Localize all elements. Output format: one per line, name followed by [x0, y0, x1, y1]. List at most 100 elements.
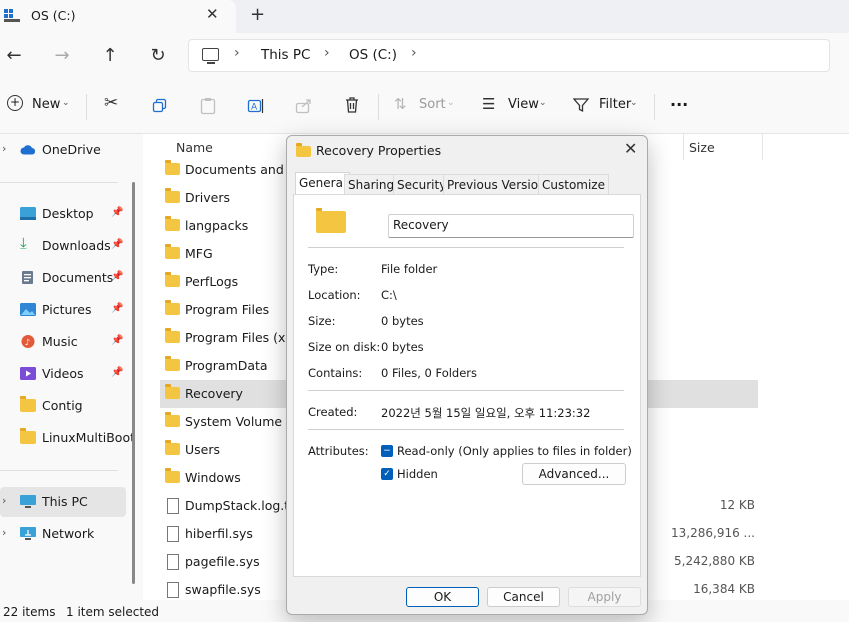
apply-button[interactable]: Apply — [568, 587, 641, 607]
column-divider[interactable] — [762, 134, 763, 160]
size-value: 0 bytes — [381, 314, 424, 328]
pin-icon[interactable]: 📌 — [111, 367, 123, 378]
sort-button[interactable]: ⇅ Sort ⌄ — [394, 94, 458, 118]
sidebar-item-this-pc[interactable]: › This PC — [0, 487, 126, 517]
tab-sharing[interactable]: Sharing — [344, 174, 399, 195]
music-icon: ♪ — [21, 335, 35, 348]
cloud-icon — [20, 145, 36, 155]
sidebar-item-label: OneDrive — [42, 142, 101, 157]
location-label: Location: — [308, 288, 361, 302]
new-label: New — [32, 97, 61, 112]
forward-icon[interactable]: → — [49, 43, 75, 69]
column-header-name[interactable]: Name — [176, 140, 213, 155]
file-name: Windows — [185, 470, 241, 485]
ok-button[interactable]: OK — [406, 587, 479, 607]
cut-icon[interactable]: ✂ — [104, 93, 118, 113]
breadcrumb-chevron-icon[interactable]: › — [411, 45, 417, 61]
paste-icon[interactable] — [200, 97, 216, 115]
close-icon[interactable]: ✕ — [624, 139, 637, 158]
command-bar: + New ⌄ ✂ A ⇅ Sort ⌄ ☰ View ⌄ Filter ⌄ ·… — [0, 79, 849, 134]
folder-icon — [316, 208, 346, 233]
up-icon[interactable]: ↑ — [97, 43, 123, 69]
size-label: Size: — [308, 314, 336, 328]
pin-icon[interactable]: 📌 — [111, 207, 123, 218]
file-icon — [167, 554, 179, 570]
sidebar-item-videos[interactable]: Videos 📌 — [0, 359, 128, 389]
filter-button[interactable]: Filter ⌄ — [573, 94, 643, 118]
pin-icon[interactable]: 📌 — [111, 239, 123, 250]
general-tab-panel: Recovery Type: File folder Location: C:\… — [293, 194, 641, 577]
tab-os-c[interactable]: OS (C:) ✕ — [0, 0, 236, 33]
folder-icon — [165, 300, 180, 315]
address-bar[interactable]: › This PC › OS (C:) › — [188, 39, 830, 72]
copy-icon[interactable] — [152, 98, 168, 114]
sidebar-item-documents[interactable]: Documents 📌 — [0, 263, 128, 293]
svg-text:A: A — [251, 103, 258, 113]
file-name: ProgramData — [185, 358, 268, 373]
rename-icon[interactable]: A — [247, 97, 265, 115]
advanced-button[interactable]: Advanced... — [522, 463, 626, 485]
picture-icon — [20, 303, 36, 316]
sidebar-item-contig[interactable]: Contig — [0, 391, 128, 421]
chevron-down-icon: ⌄ — [447, 98, 455, 108]
sidebar-item-label: Downloads — [42, 238, 111, 253]
pin-icon[interactable]: 📌 — [111, 271, 123, 282]
file-name: Users — [185, 442, 221, 457]
more-options-icon[interactable]: ··· — [670, 95, 688, 114]
folder-icon — [165, 244, 180, 259]
new-button[interactable]: + New ⌄ — [6, 94, 76, 118]
tab-title: OS (C:) — [31, 8, 76, 23]
refresh-icon[interactable]: ↻ — [145, 43, 171, 69]
plus-circle-icon: + — [7, 95, 23, 111]
sidebar-item-linuxmultiboot[interactable]: LinuxMultiBoot — [0, 423, 135, 453]
delete-icon[interactable] — [344, 96, 360, 114]
sidebar-item-pictures[interactable]: Pictures 📌 — [0, 295, 128, 325]
sidebar-item-network[interactable]: › Network — [0, 519, 128, 549]
type-value: File folder — [381, 262, 438, 276]
folder-icon — [165, 216, 180, 231]
file-size: 12 KB — [719, 498, 755, 512]
folder-icon — [165, 356, 180, 371]
tab-general[interactable]: General — [295, 172, 351, 196]
view-button[interactable]: ☰ View ⌄ — [482, 94, 552, 118]
pin-icon[interactable]: 📌 — [111, 303, 123, 314]
tab-bar: OS (C:) ✕ + — [0, 0, 849, 33]
created-value: 2022년 5월 15일 일요일, 오후 11:23:32 — [381, 406, 591, 420]
size-on-disk-value: 0 bytes — [381, 340, 424, 354]
sidebar-item-onedrive[interactable]: › OneDrive — [0, 135, 128, 165]
sidebar-item-desktop[interactable]: Desktop 📌 — [0, 199, 128, 229]
tab-close-icon[interactable]: ✕ — [206, 5, 219, 23]
cancel-button[interactable]: Cancel — [487, 587, 560, 607]
attributes-label: Attributes: — [308, 444, 369, 458]
separator — [308, 429, 624, 430]
folder-icon — [165, 160, 180, 175]
sidebar-item-music[interactable]: ♪ Music 📌 — [0, 327, 128, 357]
monitor-stand-icon — [207, 62, 215, 64]
expand-chevron-icon[interactable]: › — [2, 142, 6, 155]
sidebar-item-downloads[interactable]: ⤓ Downloads 📌 — [0, 231, 128, 261]
properties-dialog: Recovery Properties ✕ General Sharing Se… — [286, 135, 648, 615]
folder-name-input[interactable]: Recovery — [388, 214, 634, 238]
new-tab-icon[interactable]: + — [250, 4, 265, 25]
sidebar-divider — [0, 470, 118, 471]
breadcrumb-this-pc[interactable]: This PC — [261, 47, 310, 63]
sidebar-scrollbar[interactable] — [132, 182, 135, 584]
share-icon[interactable] — [295, 97, 313, 115]
expand-chevron-icon[interactable]: › — [2, 526, 6, 539]
pin-icon[interactable]: 📌 — [111, 335, 123, 346]
tab-security[interactable]: Security — [393, 174, 451, 195]
breadcrumb-os-c[interactable]: OS (C:) — [349, 47, 397, 63]
document-icon — [22, 271, 33, 284]
expand-chevron-icon[interactable]: › — [2, 494, 6, 507]
column-header-size[interactable]: Size — [689, 140, 715, 155]
tab-customize[interactable]: Customize — [538, 174, 609, 195]
type-label: Type: — [308, 262, 339, 276]
back-icon[interactable]: ← — [1, 43, 27, 69]
size-on-disk-label: Size on disk: — [308, 340, 381, 354]
drive-icon — [4, 9, 20, 22]
location-value: C:\ — [381, 288, 397, 302]
toolbar-divider — [378, 94, 379, 120]
toolbar-divider — [86, 94, 87, 120]
sidebar-item-label: Videos — [42, 366, 84, 381]
view-list-icon: ☰ — [482, 95, 496, 113]
